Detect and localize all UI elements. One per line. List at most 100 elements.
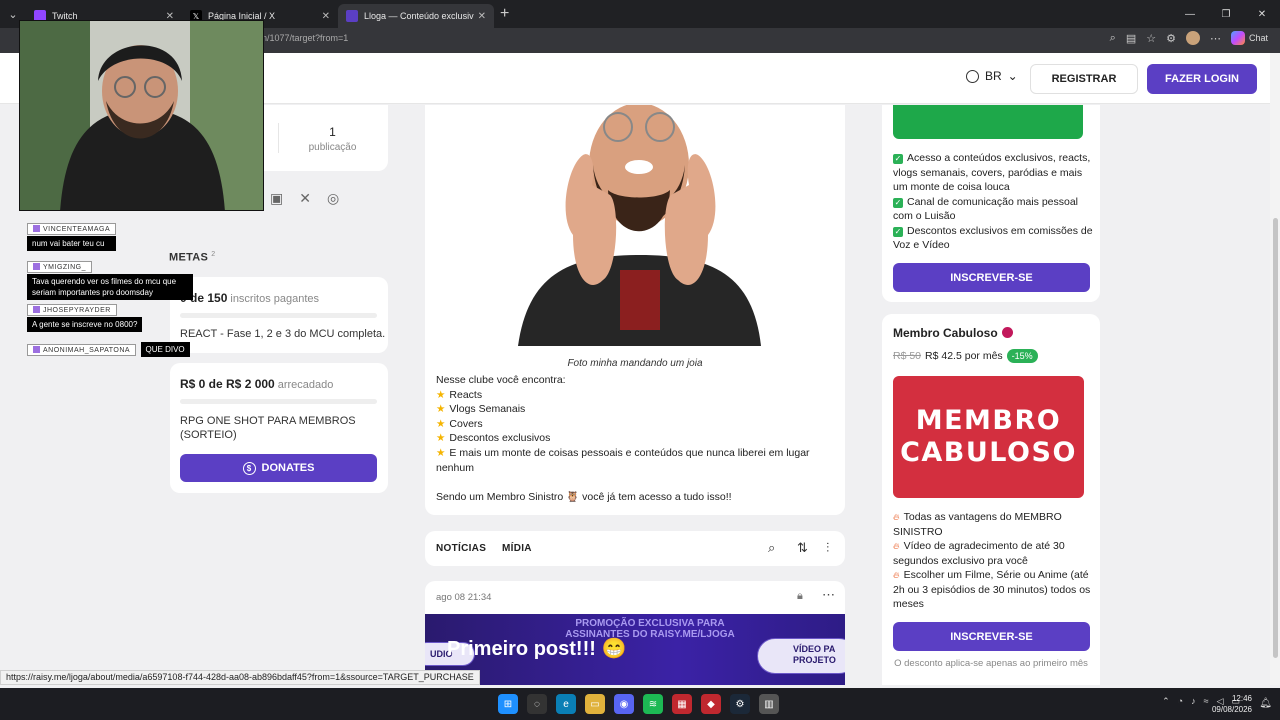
- tier-image-text-line2: CABULOSO: [900, 437, 1077, 468]
- check-icon: ✓: [893, 154, 903, 164]
- benefit-text: Todas as vantagens do MEMBRO SINISTRO: [893, 511, 1062, 538]
- list-item: ★ E mais um monte de coisas pessoais e co…: [436, 446, 836, 475]
- taskbar-apps: ⊞ ◌ e ▭ ◉ ≋ ▦ ◆ ⚙ ▥: [498, 694, 779, 714]
- badge-icon: [33, 225, 40, 232]
- more-menu-icon[interactable]: ⋯: [1210, 32, 1221, 45]
- post-closing: Sendo um Membro Sinistro 🦉 você já tem a…: [436, 490, 732, 503]
- benefit-text: Vídeo de agradecimento de até 30 segundo…: [893, 540, 1065, 567]
- steam-icon[interactable]: ⚙: [730, 694, 750, 714]
- list-item: ★ Covers: [436, 417, 836, 432]
- reader-icon[interactable]: ▤: [1126, 32, 1136, 45]
- list-item-text: Descontos exclusivos: [449, 432, 551, 445]
- spotify-icon[interactable]: ≋: [643, 694, 663, 714]
- wifi-icon[interactable]: ≈: [1204, 696, 1209, 707]
- goal-amount: 0 de 150 inscritos pagantes: [180, 291, 319, 305]
- news-banner-image[interactable]: PROMOÇÃO EXCLUSIVA PARA ASSINANTES DO RA…: [425, 614, 845, 685]
- page-scrollbar[interactable]: [1270, 53, 1280, 685]
- edge-icon[interactable]: e: [556, 694, 576, 714]
- goal-progress-bar: [180, 313, 377, 318]
- clock-date: 09/08/2026: [1211, 705, 1252, 714]
- chevron-down-icon: ⌄: [1007, 69, 1018, 83]
- windows-taskbar: ⊞ ◌ e ▭ ◉ ≋ ▦ ◆ ⚙ ▥ ⌃ ◔ ♪ ≈ ◁ ▭ 12:46 09…: [0, 688, 1280, 720]
- new-tab-plus-icon[interactable]: +: [500, 5, 509, 23]
- taskbar-clock[interactable]: 12:46 09/08/2026: [1212, 693, 1252, 715]
- banner-pill-right: VÍDEO PA PROJETO: [757, 638, 845, 674]
- news-item-card[interactable]: ago 08 21:34 🔒︎ ⋯ PROMOÇÃO EXCLUSIVA PAR…: [425, 581, 845, 685]
- copilot-chat-button[interactable]: Chat: [1230, 31, 1268, 45]
- notification-bell-icon[interactable]: 🔔︎: [1259, 698, 1272, 709]
- benefit-item: ✓ Descontos exclusivos em comissões de Vo…: [893, 224, 1093, 253]
- discount-badge: -15%: [1006, 349, 1038, 363]
- star-icon: ★: [436, 446, 446, 459]
- search-app-icon[interactable]: ◌: [527, 694, 547, 714]
- tier-price: R$ 50 R$ 42.5 por mês -15%: [893, 349, 1038, 363]
- tab-midia[interactable]: MÍDIA: [502, 543, 532, 554]
- language-selector[interactable]: BR ⌄: [966, 69, 1018, 83]
- subscribe-button[interactable]: INSCREVER-SE: [893, 263, 1090, 292]
- close-window-icon[interactable]: ✕: [1244, 0, 1280, 28]
- coin-icon: $: [242, 461, 256, 475]
- streamer-webcam-overlay: [19, 20, 264, 211]
- tier-emoji-icon: [1001, 327, 1013, 338]
- list-item: ★ Vlogs Semanais: [436, 402, 836, 417]
- stream-chat-message: ANONIMAH_SAPATONA QUE DIVO: [27, 339, 190, 357]
- badge-icon: [33, 346, 40, 353]
- list-item: ★ Descontos exclusivos: [436, 431, 836, 446]
- zoom-icon[interactable]: ⌕: [1110, 32, 1116, 45]
- more-options-icon[interactable]: ⋯: [822, 587, 835, 603]
- filter-icon[interactable]: ⫶: [826, 540, 829, 556]
- tier-name: Membro Cabuloso: [893, 326, 1013, 340]
- chat-username-text: ANONIMAH_SAPATONA: [43, 347, 131, 354]
- tab-noticias[interactable]: NOTÍCIAS: [436, 543, 486, 554]
- login-button[interactable]: FAZER LOGIN: [1147, 64, 1257, 94]
- benefit-item: 🔥︎ Todas as vantagens do MEMBRO SINISTRO: [893, 510, 1093, 539]
- profile-avatar[interactable]: [1185, 31, 1200, 45]
- sort-icon[interactable]: ⇅: [797, 540, 808, 556]
- goal-amount-value: R$ 0 de R$ 2 000: [180, 377, 275, 391]
- file-explorer-icon[interactable]: ▭: [585, 694, 605, 714]
- goal-description: RPG ONE SHOT PARA MEMBROS (SORTEIO): [180, 415, 356, 441]
- tray-chevron-icon[interactable]: ⌃: [1162, 696, 1170, 707]
- network-icon[interactable]: ◔: [1178, 696, 1183, 707]
- donate-button[interactable]: $ DONATES: [180, 454, 377, 482]
- register-button[interactable]: REGISTRAR: [1030, 64, 1138, 94]
- favorite-star-icon[interactable]: ☆: [1146, 32, 1156, 45]
- discord-icon[interactable]: ◉: [614, 694, 634, 714]
- about-post-card: Foto minha mandando um joia Nesse clube …: [425, 105, 845, 515]
- benefit-item: 🔥︎ Vídeo de agradecimento de até 30 segun…: [893, 539, 1093, 568]
- minimize-icon[interactable]: —: [1172, 0, 1208, 28]
- stream-chat-message: YMIGZING_ Tava querendo ver os filmes do…: [27, 256, 193, 300]
- badge-icon: [33, 263, 40, 270]
- old-price: R$ 50: [893, 350, 922, 362]
- microphone-icon[interactable]: ♪: [1191, 696, 1196, 707]
- twitch-icon[interactable]: ▣: [270, 190, 283, 207]
- goal-card-donations: R$ 0 de R$ 2 000 arrecadado RPG ONE SHOT …: [170, 363, 388, 493]
- windows-start-icon[interactable]: ⊞: [498, 694, 518, 714]
- app-icon[interactable]: ◆: [701, 694, 721, 714]
- subscribe-button[interactable]: INSCREVER-SE: [893, 622, 1090, 651]
- fire-icon: 🔥︎: [893, 512, 900, 522]
- close-tab-icon[interactable]: ✕: [322, 11, 330, 22]
- list-item-text: E mais um monte de coisas pessoais e con…: [436, 446, 810, 474]
- tab-lloga[interactable]: Lloga — Conteúdo exclusivo no R ✕: [338, 4, 494, 28]
- scrollbar-thumb[interactable]: [1273, 218, 1278, 658]
- maximize-icon[interactable]: ❐: [1208, 0, 1244, 28]
- check-icon: ✓: [893, 226, 903, 237]
- tab-title: Lloga — Conteúdo exclusivo no R: [364, 11, 474, 21]
- website-globe-icon[interactable]: ◎: [327, 190, 339, 207]
- chat-username-text: JHOSEPYRAYDER: [43, 307, 111, 314]
- close-tab-icon[interactable]: ✕: [478, 11, 486, 22]
- search-icon[interactable]: ⌕: [768, 540, 775, 556]
- stream-chat-message: VINCENTEAMAGA num vai bater teu cu: [27, 218, 117, 251]
- chat-username-text: YMIGZING_: [43, 264, 87, 271]
- chat-username: JHOSEPYRAYDER: [27, 304, 117, 316]
- chat-label: Chat: [1248, 33, 1268, 43]
- clock-time: 12:46: [1231, 694, 1252, 703]
- banner-title: Primeiro post!!! 😁: [447, 638, 627, 660]
- extensions-icon[interactable]: ⚙: [1166, 32, 1176, 45]
- x-icon[interactable]: ✕: [299, 190, 311, 207]
- url-text[interactable]: n/1077/target?from=1: [262, 33, 348, 43]
- voicemeeter-icon[interactable]: ▦: [672, 694, 692, 714]
- calculator-icon[interactable]: ▥: [759, 694, 779, 714]
